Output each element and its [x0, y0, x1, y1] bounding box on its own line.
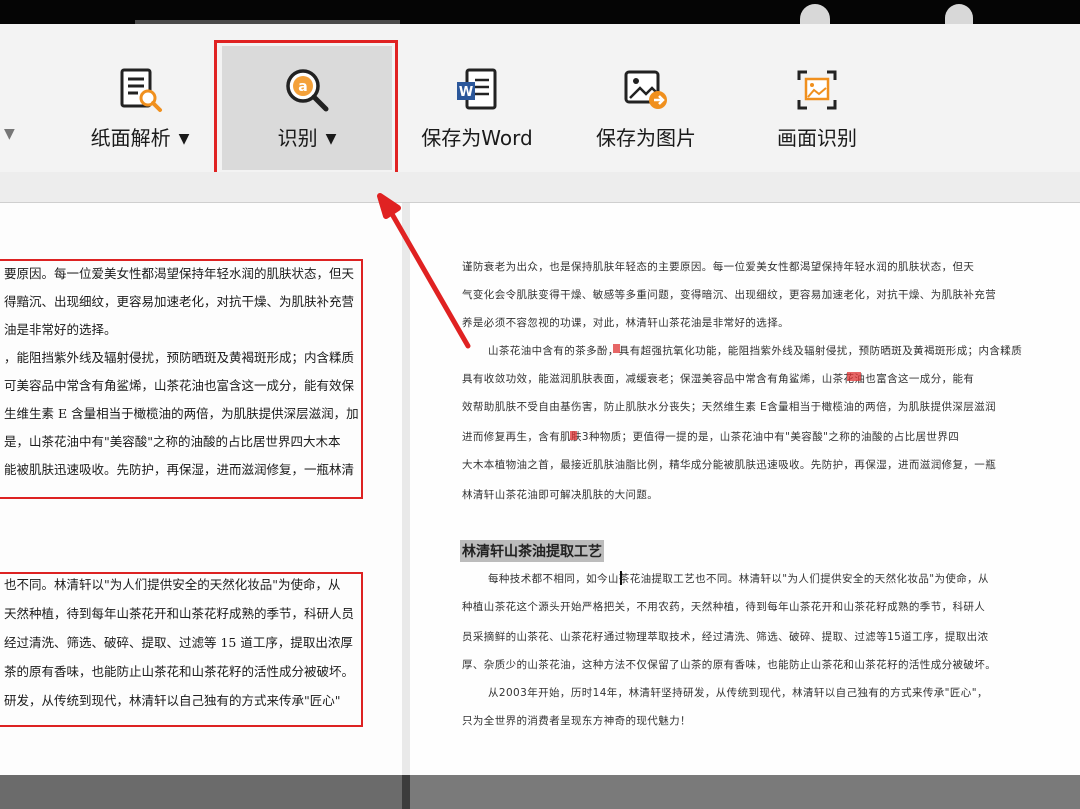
scan-text-line: 经过清洗、筛选、破碎、提取、过滤等 15 道工序，提取出浓厚: [4, 635, 353, 650]
ocr-text-line: 从2003年开始，历时14年，林清轩坚持研发，从传统到现代，林清轩以自己独有的方…: [488, 687, 988, 699]
scan-text-line: 要原因。每一位爱美女性都渴望保持年轻水润的肌肤状态，但天: [4, 266, 355, 281]
ocr-text-line: 大木本植物油之首，最接近肌肤油脂比例，精华成分能被肌肤迅速吸收。先防护，再保湿，…: [462, 459, 997, 471]
paper-analysis-button[interactable]: 纸面解析 ▼: [80, 52, 200, 162]
image-export-icon: [624, 70, 667, 109]
scan-text-line: 研发，从传统到现代，林清轩以自己独有的方式来传承"匠心": [4, 693, 341, 708]
ocr-text-line: 山茶花油中含有的茶多酚，具有超强抗氧化功能，能阻挡紫外线及辐射侵扰，预防晒斑及黄…: [488, 345, 1023, 357]
ocr-text-line: 厚、杂质少的山茶花油，这种方法不仅保留了山茶的原有香味，也能防止山茶花和山茶花籽…: [462, 659, 997, 671]
scan-text-line: 茶的原有香味，也能防止山茶花和山茶花籽的活性成分被破坏。: [4, 664, 355, 679]
scanned-page-pane[interactable]: 要原因。每一位爱美女性都渴望保持年轻水润的肌肤状态，但天 得黯沉、出现细纹，更容…: [0, 203, 403, 775]
left-pane-footer: [0, 775, 402, 809]
save-as-word-button[interactable]: W 保存为Word: [410, 52, 544, 162]
scan-text-line: 得黯沉、出现细纹，更容易加速老化，对抗干燥、为肌肤补充营: [4, 294, 355, 309]
screen-capture-icon: [797, 70, 837, 110]
ocr-text-line: 气变化会令肌肤变得干燥、敏感等多重问题，变得暗沉、出现细纹，更容易加速老化，对抗…: [462, 289, 997, 301]
ocr-text-line: 种植山茶花这个源头开始严格把关，不用农药，天然种植，待到每年山茶花开和山茶花籽成…: [462, 601, 986, 613]
ruler-strip: [0, 172, 1080, 203]
scan-selection-box[interactable]: 要原因。每一位爱美女性都渴望保持年轻水润的肌肤状态，但天 得黯沉、出现细纹，更容…: [0, 259, 363, 499]
save-as-image-button[interactable]: 保存为图片: [584, 52, 708, 162]
pane-splitter[interactable]: [402, 203, 410, 803]
ocr-error-marker: [613, 344, 620, 353]
window-control-icon[interactable]: [800, 4, 830, 24]
screen-recognize-button[interactable]: 画面识别: [760, 52, 874, 162]
scan-text-line: 可美容品中常含有角鲨烯，山茶花油也富含这一成分，能有效保: [4, 378, 355, 393]
paper-analysis-label: 纸面解析: [90, 126, 171, 150]
scan-selection-box[interactable]: 也不同。林清轩以"为人们提供安全的天然化妆品"为使命，从 天然种植，待到每年山茶…: [0, 572, 363, 727]
ocr-text-line: 谨防衰老为出众，也是保持肌肤年轻态的主要原因。每一位爱美女性都渴望保持年轻水润的…: [462, 261, 975, 273]
scan-text-line: 也不同。林清轩以"为人们提供安全的天然化妆品"为使命，从: [4, 577, 341, 592]
chevron-down-icon: ▼: [178, 131, 190, 147]
status-bar: [0, 775, 1080, 809]
scan-text-line: 油是非常好的选择。: [4, 322, 117, 337]
scan-text-line: 能被肌肤迅速吸收。先防护，再保湿，进而滋润修复，一瓶林清: [4, 462, 355, 477]
ocr-text-line: 每种技术都不相同，如今山茶花油提取工艺也不同。林清轩以"为人们提供安全的天然化妆…: [488, 573, 989, 585]
scan-text-line: ，能阻挡紫外线及辐射侵扰，预防晒斑及黄褐斑形成；内含糅质: [4, 350, 355, 365]
svg-text:W: W: [459, 85, 473, 100]
right-pane-footer: [410, 775, 1080, 809]
ocr-text-line: 只为全世界的消费者呈现东方神奇的现代魅力！: [462, 715, 691, 727]
highlight-annotation-box: [214, 40, 398, 180]
screen-recognize-label: 画面识别: [777, 126, 857, 150]
scan-text-line: 生维生素 E 含量相当于橄榄油的两倍，为肌肤提供深层滋润，加: [4, 406, 359, 421]
save-as-word-label: 保存为Word: [421, 126, 533, 150]
ocr-text-line: 林清轩山茶花油即可解决肌肤的大问题。: [462, 489, 659, 501]
section-heading: 林清轩山茶油提取工艺: [460, 540, 604, 562]
ocr-text-line: 养是必须不容忽视的功课，对此，林清轩山茶花油是非常好的选择。: [462, 317, 789, 329]
doc-magnifier-icon: [120, 68, 162, 112]
dropdown-caret[interactable]: ▼: [4, 126, 15, 142]
ocr-error-marker: [570, 431, 577, 440]
ocr-text-line: 员采摘鲜的山茶花、山茶花籽通过物理萃取技术，经过清洗、筛选、破碎、提取、过滤等1…: [462, 631, 989, 643]
scan-text-line: 是，山茶花油中有"美容酸"之称的油酸的占比居世界四大木本: [4, 434, 341, 449]
title-bar: [0, 0, 1080, 24]
ocr-text-line: 进而修复再生，含有肌肤3种物质；更值得一提的是，山茶花油中有"美容酸"之称的油酸…: [462, 431, 960, 443]
ocr-text-line: 效帮助肌肤不受自由基伤害，防止肌肤水分丧失；天然维生素 E含量相当于橄榄油的两倍…: [462, 401, 996, 413]
toolbar: ▼ 纸面解析 ▼ a 识别 ▼ W 保存为Word 保存为图片 画面识别: [0, 24, 1080, 180]
scan-text-line: 天然种植，待到每年山茶花开和山茶花籽成熟的季节，科研人员: [4, 606, 355, 621]
ocr-text-line: 具有收敛功效，能滋润肌肤表面，减缓衰老；保湿美容品中常含有角鲨烯，山茶花油也富含…: [462, 373, 975, 385]
window-control-icon[interactable]: [945, 4, 973, 24]
ocr-result-pane[interactable]: 谨防衰老为出众，也是保持肌肤年轻态的主要原因。每一位爱美女性都渴望保持年轻水润的…: [410, 203, 1080, 775]
save-as-image-label: 保存为图片: [596, 126, 696, 150]
text-cursor: [620, 571, 622, 585]
word-doc-icon: W: [457, 68, 497, 110]
ocr-error-marker: [847, 372, 861, 381]
